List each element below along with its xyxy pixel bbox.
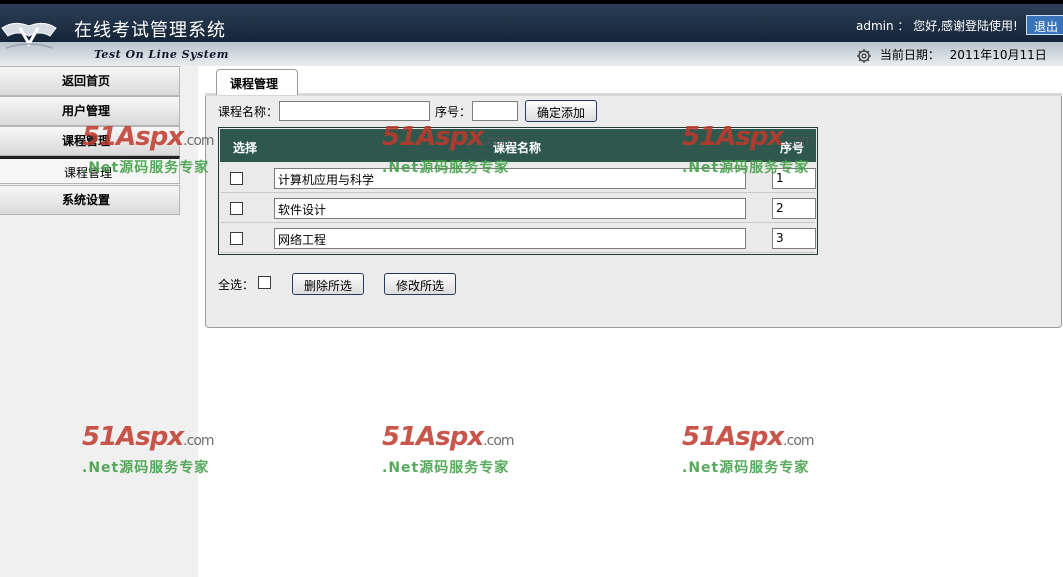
order-input[interactable]	[472, 101, 518, 121]
row-checkbox[interactable]	[230, 232, 243, 245]
sidebar-item-courses[interactable]: 课程管理	[0, 126, 180, 156]
header-select: 选择	[233, 141, 258, 155]
course-table: 选择 课程名称 序号 计算机应用与科学 1 软件设计 2 网络工程 3	[218, 127, 818, 255]
watermark-logo: 51Aspx	[382, 422, 484, 452]
header: 在线考试管理系统 Test On Line System admin ： 您好,…	[0, 4, 1063, 66]
table-header: 选择 课程名称 序号	[220, 129, 816, 162]
order-label: 序号：	[435, 105, 472, 119]
gear-icon	[857, 48, 871, 63]
watermark-logo: 51Aspx	[682, 422, 784, 452]
welcome-text: admin ： 您好,感谢登陆使用!	[856, 19, 1018, 33]
header-course-name: 课程名称	[493, 141, 542, 155]
table-row: 计算机应用与科学 1	[221, 164, 816, 193]
table-row: 网络工程 3	[221, 224, 816, 253]
select-all-checkbox[interactable]	[258, 276, 271, 289]
app-title: 在线考试管理系统	[74, 20, 226, 41]
course-order-cell[interactable]: 1	[772, 168, 816, 189]
date-label: 当前日期：	[879, 48, 940, 62]
sidebar-item-users[interactable]: 用户管理	[0, 96, 180, 126]
app-root: 在线考试管理系统 Test On Line System admin ： 您好,…	[0, 0, 1063, 577]
course-name-cell[interactable]: 软件设计	[274, 198, 746, 219]
tab-course-management[interactable]: 课程管理	[216, 69, 298, 95]
watermark-tagline: .Net源码服务专家	[682, 460, 810, 476]
sidebar-item-home[interactable]: 返回首页	[0, 66, 180, 96]
panel-top-divider	[205, 93, 1062, 96]
sidebar: 返回首页 用户管理 课程管理 课程管理 系统设置	[0, 66, 198, 577]
header-order: 序号	[780, 141, 805, 155]
logo-icon	[1, 22, 57, 49]
add-course-button[interactable]: 确定添加	[525, 100, 597, 122]
app-subtitle: Test On Line System	[94, 48, 229, 61]
watermark: 51Aspx.com .Net源码服务专家	[682, 422, 832, 482]
course-name-input[interactable]	[279, 101, 430, 121]
current-date: 当前日期： 2011年10月11日	[856, 46, 1047, 64]
row-checkbox[interactable]	[230, 202, 243, 215]
course-order-cell[interactable]: 2	[772, 198, 816, 219]
sidebar-subitem-courses[interactable]: 课程管理	[0, 156, 180, 184]
watermark: 51Aspx.com .Net源码服务专家	[382, 422, 532, 482]
course-order-cell[interactable]: 3	[772, 228, 816, 249]
watermark-logo-suffix: .com	[483, 433, 514, 449]
select-all-label: 全选：	[218, 278, 255, 292]
course-name-cell[interactable]: 网络工程	[274, 228, 746, 249]
watermark-tagline: .Net源码服务专家	[382, 460, 510, 476]
logout-button[interactable]: 退出	[1026, 15, 1063, 35]
course-name-cell[interactable]: 计算机应用与科学	[274, 168, 746, 189]
edit-selected-button[interactable]: 修改所选	[384, 273, 456, 295]
watermark-logo-suffix: .com	[783, 433, 814, 449]
table-row: 软件设计 2	[221, 194, 816, 223]
course-name-label: 课程名称：	[218, 105, 279, 119]
delete-selected-button[interactable]: 删除所选	[292, 273, 364, 295]
row-checkbox[interactable]	[230, 172, 243, 185]
sidebar-item-settings[interactable]: 系统设置	[0, 185, 180, 215]
date-value: 2011年10月11日	[949, 48, 1047, 62]
